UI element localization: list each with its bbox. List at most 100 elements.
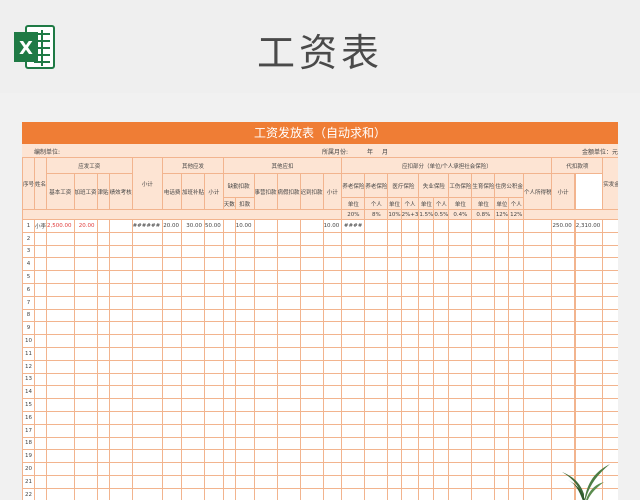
table-cell[interactable] [96,219,110,233]
table-cell[interactable] [204,487,224,500]
table-cell[interactable] [46,436,75,451]
table-cell[interactable] [34,487,48,500]
table-cell[interactable] [522,219,553,233]
table-cell[interactable] [448,372,473,387]
table-cell[interactable] [433,282,450,297]
table-cell[interactable] [418,474,435,489]
table-cell[interactable] [180,410,206,425]
table-cell[interactable]: ###### [131,219,164,233]
table-cell[interactable] [471,398,496,412]
table-cell[interactable] [551,372,575,387]
table-cell[interactable] [73,372,98,387]
table-cell[interactable] [46,462,75,476]
table-cell[interactable] [222,487,236,500]
table-cell[interactable] [551,359,575,374]
table-cell[interactable] [387,231,402,246]
table-cell[interactable] [180,270,206,284]
table-cell[interactable] [471,321,496,336]
table-cell[interactable] [108,487,133,500]
table-cell[interactable] [322,244,343,259]
table-cell[interactable] [299,257,324,272]
table-cell[interactable] [253,462,278,476]
table-cell[interactable] [522,257,553,272]
table-cell[interactable] [162,372,182,387]
table-cell[interactable] [34,372,48,387]
table-cell[interactable]: 8 [22,308,36,323]
table-cell[interactable] [341,257,366,272]
table-cell[interactable] [448,449,473,464]
table-cell[interactable] [508,231,524,246]
table-cell[interactable] [96,372,110,387]
table-cell[interactable] [222,244,236,259]
table-cell[interactable] [322,334,343,348]
table-cell[interactable] [276,398,301,412]
table-cell[interactable] [341,321,366,336]
table-cell[interactable] [418,423,435,438]
table-cell[interactable] [341,372,366,387]
table-cell[interactable] [508,219,524,233]
table-cell[interactable] [602,270,618,284]
table-cell[interactable] [448,474,473,489]
table-cell[interactable] [204,410,224,425]
table-cell[interactable] [253,398,278,412]
table-cell[interactable] [494,219,510,233]
table-cell[interactable] [299,436,324,451]
table-cell[interactable] [108,449,133,464]
table-cell[interactable] [341,423,366,438]
table-cell[interactable] [418,385,435,400]
table-cell[interactable]: 2 [22,231,36,246]
table-cell[interactable] [204,295,224,310]
table-cell[interactable] [46,244,75,259]
table-cell[interactable] [602,423,618,438]
table-cell[interactable] [508,321,524,336]
table-cell[interactable] [494,449,510,464]
table-cell[interactable] [471,295,496,310]
table-cell[interactable] [46,257,75,272]
table-cell[interactable] [46,321,75,336]
table-cell[interactable] [322,449,343,464]
table-cell[interactable] [400,219,420,233]
table-cell[interactable] [400,372,420,387]
table-cell[interactable] [433,385,450,400]
table-cell[interactable] [131,423,164,438]
table-cell[interactable] [222,436,236,451]
table-cell[interactable] [46,308,75,323]
table-cell[interactable] [341,308,366,323]
table-cell[interactable] [364,346,389,361]
table-cell[interactable] [494,244,510,259]
table-cell[interactable] [180,334,206,348]
table-cell[interactable] [73,385,98,400]
table-cell[interactable] [522,321,553,336]
table-cell[interactable] [494,436,510,451]
table-cell[interactable] [400,346,420,361]
table-cell[interactable] [494,295,510,310]
table-cell[interactable] [448,321,473,336]
table-cell[interactable]: 15 [22,398,36,412]
table-cell[interactable] [46,346,75,361]
table-cell[interactable] [508,295,524,310]
table-cell[interactable] [96,321,110,336]
table-cell[interactable] [400,449,420,464]
table-cell[interactable] [551,257,575,272]
table-cell[interactable] [73,308,98,323]
table-cell[interactable] [162,487,182,500]
table-cell[interactable] [108,423,133,438]
table-cell[interactable]: 19 [22,449,36,464]
table-cell[interactable] [131,334,164,348]
table-cell[interactable] [276,372,301,387]
table-cell[interactable] [433,449,450,464]
table-cell[interactable] [551,295,575,310]
table-cell[interactable] [204,385,224,400]
table-cell[interactable]: 10 [22,334,36,348]
table-cell[interactable] [341,385,366,400]
table-cell[interactable] [522,436,553,451]
table-cell[interactable] [471,385,496,400]
table-cell[interactable] [276,231,301,246]
table-cell[interactable] [433,308,450,323]
table-cell[interactable] [131,308,164,323]
table-cell[interactable] [471,257,496,272]
table-cell[interactable] [602,308,618,323]
table-cell[interactable] [108,244,133,259]
table-cell[interactable] [364,398,389,412]
table-cell[interactable] [180,487,206,500]
